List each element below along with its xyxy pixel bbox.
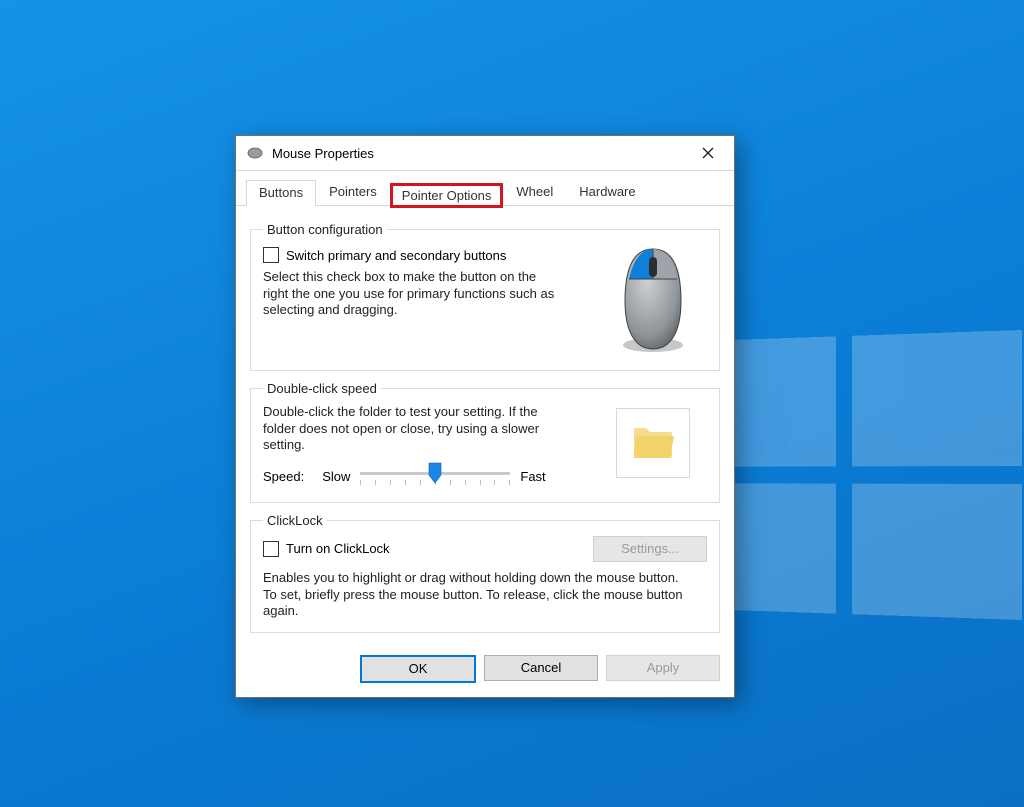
cancel-button[interactable]: Cancel — [484, 655, 598, 681]
dialog-buttons: OK Cancel Apply — [236, 647, 734, 697]
desktop: Mouse Properties Buttons Pointers Pointe… — [0, 0, 1024, 807]
apply-button: Apply — [606, 655, 720, 681]
double-click-test-folder[interactable] — [616, 408, 690, 478]
button-configuration-legend: Button configuration — [263, 222, 387, 237]
slider-thumb-icon[interactable] — [428, 462, 442, 484]
switch-buttons-checkbox[interactable] — [263, 247, 279, 263]
tab-buttons[interactable]: Buttons — [246, 180, 316, 206]
clicklock-label: Turn on ClickLock — [286, 541, 390, 556]
switch-buttons-label: Switch primary and secondary buttons — [286, 248, 506, 263]
tab-wheel[interactable]: Wheel — [503, 179, 566, 205]
mouse-icon — [246, 146, 264, 160]
fast-label: Fast — [520, 469, 545, 484]
clicklock-group: ClickLock Turn on ClickLock Settings... … — [250, 513, 720, 633]
double-click-description: Double-click the folder to test your set… — [263, 404, 573, 454]
clicklock-description: Enables you to highlight or drag without… — [263, 570, 683, 620]
folder-icon — [630, 422, 676, 465]
titlebar[interactable]: Mouse Properties — [236, 136, 734, 171]
double-click-speed-group: Double-click speed Double-click the fold… — [250, 381, 720, 503]
close-button[interactable] — [686, 139, 730, 167]
close-icon — [702, 147, 714, 159]
slow-label: Slow — [322, 469, 350, 484]
button-configuration-group: Button configuration Switch primary and … — [250, 222, 720, 371]
tab-pointers[interactable]: Pointers — [316, 179, 390, 205]
clicklock-option[interactable]: Turn on ClickLock — [263, 541, 390, 557]
button-config-description: Select this check box to make the button… — [263, 269, 563, 319]
double-click-speed-slider[interactable] — [360, 464, 510, 490]
ok-button[interactable]: OK — [360, 655, 476, 683]
mouse-properties-dialog: Mouse Properties Buttons Pointers Pointe… — [235, 135, 735, 698]
tab-bar: Buttons Pointers Pointer Options Wheel H… — [236, 171, 734, 206]
speed-label: Speed: — [263, 469, 304, 484]
tab-pointer-options[interactable]: Pointer Options — [390, 183, 504, 208]
double-click-speed-legend: Double-click speed — [263, 381, 381, 396]
clicklock-checkbox[interactable] — [263, 541, 279, 557]
switch-buttons-option[interactable]: Switch primary and secondary buttons — [263, 247, 599, 263]
tab-hardware[interactable]: Hardware — [566, 179, 648, 205]
clicklock-legend: ClickLock — [263, 513, 327, 528]
dialog-title: Mouse Properties — [272, 146, 686, 161]
clicklock-settings-button: Settings... — [593, 536, 707, 562]
mouse-illustration-icon — [613, 245, 693, 358]
tab-content: Button configuration Switch primary and … — [236, 206, 734, 647]
